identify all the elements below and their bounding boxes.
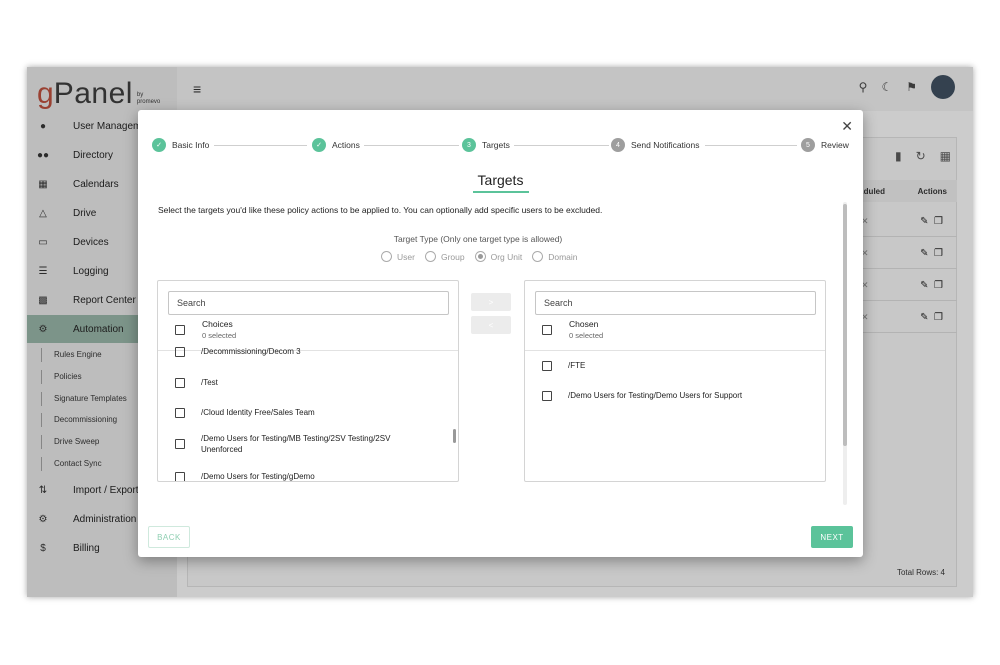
policy-wizard-modal: ✕ ✓ Basic Info ✓ Actions 3 Targets 4 Send No… bbox=[138, 110, 863, 557]
choices-scrollbar[interactable] bbox=[453, 429, 456, 443]
list-item[interactable]: /Demo Users for Testing/gDemo bbox=[175, 471, 315, 481]
modal-scrollbar-thumb[interactable] bbox=[843, 204, 847, 446]
chosen-header: Chosen 0 selected bbox=[542, 319, 603, 340]
radio-circle-selected bbox=[474, 251, 486, 262]
next-button[interactable]: NEXT bbox=[811, 526, 853, 548]
step-connector bbox=[214, 145, 307, 146]
step-targets[interactable]: 3 Targets bbox=[462, 138, 510, 152]
choices-header: Choices 0 selected bbox=[175, 319, 236, 340]
radio-circle bbox=[381, 251, 392, 262]
step-send-notifications[interactable]: 4 Send Notifications bbox=[611, 138, 700, 152]
list-item[interactable]: /Decommissioning/Decom 3 bbox=[175, 346, 301, 357]
step-basic-info[interactable]: ✓ Basic Info bbox=[152, 138, 209, 152]
step-review[interactable]: 5 Review bbox=[801, 138, 849, 152]
check-icon: ✓ bbox=[312, 138, 326, 152]
checkbox[interactable] bbox=[175, 407, 185, 418]
radio-org-unit[interactable]: Org Unit bbox=[474, 251, 522, 262]
close-icon[interactable]: ✕ bbox=[841, 118, 853, 135]
step-connector bbox=[705, 145, 797, 146]
target-type-label: Target Type (Only one target type is all… bbox=[393, 234, 563, 244]
radio-circle bbox=[532, 251, 544, 262]
chosen-search-input[interactable]: Search bbox=[535, 291, 816, 315]
select-all-checkbox[interactable] bbox=[175, 324, 185, 335]
wizard-stepper: ✓ Basic Info ✓ Actions 3 Targets 4 Send Noti… bbox=[152, 138, 850, 154]
chosen-panel: Search Chosen 0 selected /FTE /Demo User… bbox=[524, 280, 826, 482]
target-type-radio-group: User Group Org Unit Domain bbox=[381, 251, 578, 262]
description: Select the targets you'd like these poli… bbox=[158, 205, 603, 215]
checkbox[interactable] bbox=[175, 471, 185, 481]
radio-circle bbox=[424, 251, 436, 262]
back-button[interactable]: BACK bbox=[148, 526, 190, 548]
modal-title: Targets bbox=[477, 172, 524, 188]
radio-user[interactable]: User bbox=[381, 251, 415, 262]
list-item[interactable]: /Demo Users for Testing/Demo Users for S… bbox=[542, 390, 742, 401]
choices-panel: Search Choices 0 selected /Decommissioni… bbox=[157, 280, 459, 482]
step-connector bbox=[364, 145, 459, 146]
list-item[interactable]: /Cloud Identity Free/Sales Team bbox=[175, 407, 315, 418]
checkbox[interactable] bbox=[175, 377, 185, 388]
checkbox[interactable] bbox=[175, 346, 185, 357]
list-item[interactable]: /FTE bbox=[542, 360, 585, 371]
checkbox[interactable] bbox=[542, 360, 552, 371]
checkbox[interactable] bbox=[175, 439, 185, 449]
move-right-button[interactable]: > bbox=[471, 293, 511, 311]
step-connector bbox=[514, 145, 609, 146]
checkbox[interactable] bbox=[542, 390, 552, 401]
move-left-button[interactable]: < bbox=[471, 316, 511, 334]
divider bbox=[525, 350, 825, 351]
list-item[interactable]: /Test bbox=[175, 377, 218, 388]
radio-domain[interactable]: Domain bbox=[532, 251, 578, 262]
choices-search-input[interactable]: Search bbox=[168, 291, 449, 315]
step-actions[interactable]: ✓ Actions bbox=[312, 138, 360, 152]
check-icon: ✓ bbox=[152, 138, 166, 152]
title-underline bbox=[473, 191, 529, 193]
list-item[interactable]: /Demo Users for Testing/MB Testing/2SV T… bbox=[175, 433, 415, 455]
select-all-checkbox[interactable] bbox=[542, 324, 552, 335]
radio-group[interactable]: Group bbox=[424, 251, 465, 262]
